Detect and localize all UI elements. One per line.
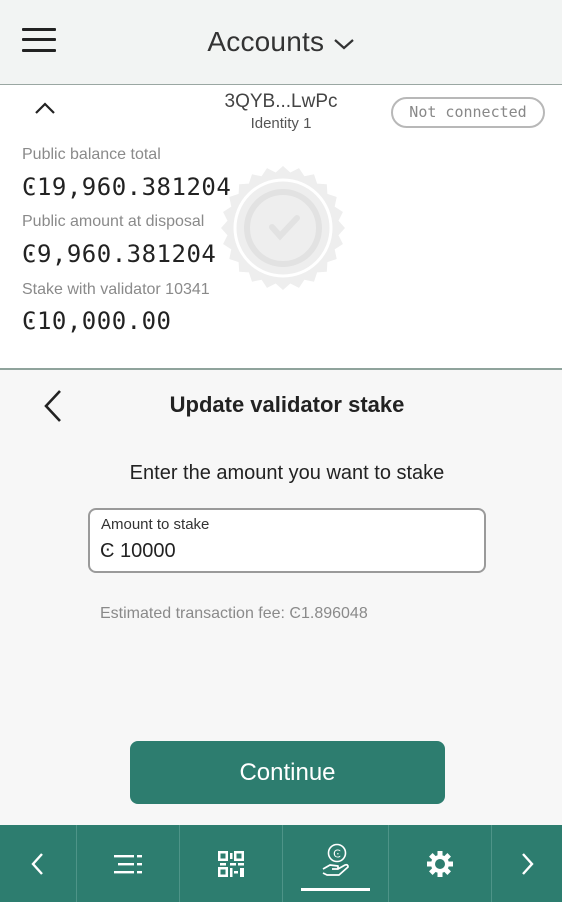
estimated-fee: Estimated transaction fee: Ͼ1.896048 xyxy=(100,605,368,622)
svg-text:Ͼ: Ͼ xyxy=(333,847,341,860)
stake-label: Stake with validator 10341 xyxy=(22,281,210,298)
stake-hand-coin-icon[interactable]: Ͼ xyxy=(283,825,389,902)
public-balance-label: Public balance total xyxy=(22,146,161,163)
update-stake-panel: Update validator stake Enter the amount … xyxy=(0,370,562,825)
amount-input[interactable] xyxy=(100,538,470,564)
amount-label: Amount to stake xyxy=(101,516,210,533)
settings-gear-icon[interactable] xyxy=(389,825,492,902)
amount-field[interactable]: Amount to stake xyxy=(88,508,486,573)
continue-button[interactable]: Continue xyxy=(130,741,445,804)
bottom-nav: Ͼ xyxy=(0,825,562,902)
stake-instruction: Enter the amount you want to stake xyxy=(129,462,445,484)
chevron-right-icon[interactable] xyxy=(492,825,562,902)
disposal-value: Ͼ9,960.381204 xyxy=(22,240,217,268)
connection-status-badge: Not connected xyxy=(391,97,545,128)
baker-seal-icon xyxy=(221,166,345,290)
active-tab-indicator xyxy=(301,888,370,891)
account-selector[interactable]: Accounts xyxy=(0,26,562,58)
transactions-list-icon[interactable] xyxy=(77,825,180,902)
public-balance-value: Ͼ19,960.381204 xyxy=(22,173,232,201)
disposal-label: Public amount at disposal xyxy=(22,213,205,230)
page-title: Accounts xyxy=(207,26,325,57)
app-header: Accounts xyxy=(0,0,562,85)
stake-value: Ͼ10,000.00 xyxy=(22,307,172,335)
section-title: Update validator stake xyxy=(169,392,405,417)
qr-code-icon[interactable] xyxy=(180,825,283,902)
chevron-left-icon[interactable] xyxy=(0,825,77,902)
chevron-down-icon xyxy=(333,37,355,56)
account-summary: 3QYB...LwPc Identity 1 Not connected Pub… xyxy=(0,85,562,370)
